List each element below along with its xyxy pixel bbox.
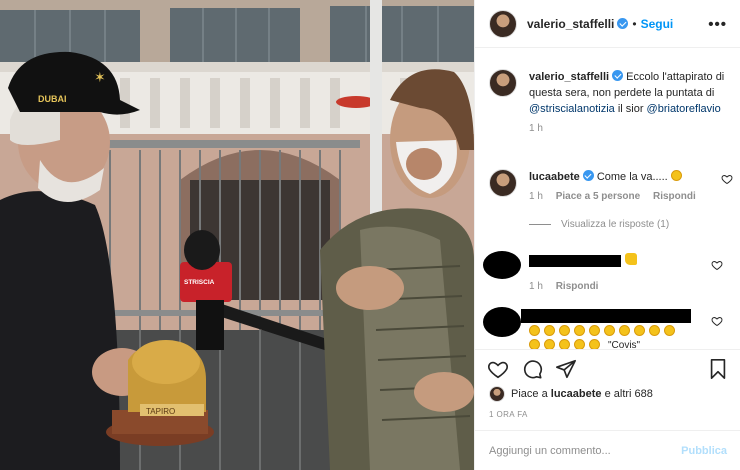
comments-list[interactable]: valerio_staffelli Eccolo l'attapirato di… bbox=[475, 49, 740, 349]
caption: valerio_staffelli Eccolo l'attapirato di… bbox=[489, 69, 729, 134]
laughing-emoji-row bbox=[529, 325, 679, 336]
caption-text-middle: il sior bbox=[617, 103, 644, 115]
trophy-text: TAPIRO bbox=[146, 407, 175, 416]
laugh-emoji-icon bbox=[664, 325, 675, 336]
laugh-emoji-icon bbox=[559, 339, 570, 349]
laugh-emoji-icon bbox=[619, 325, 630, 336]
laugh-emoji-icon bbox=[559, 325, 570, 336]
redacted-avatar bbox=[483, 251, 521, 279]
laugh-emoji-icon bbox=[574, 339, 585, 349]
likes-summary[interactable]: Piace a lucaabete e altri 688 bbox=[489, 386, 653, 402]
likes-user[interactable]: lucaabete bbox=[551, 388, 602, 400]
comment-reply-button[interactable]: Rispondi bbox=[653, 191, 696, 202]
publish-button[interactable]: Pubblica bbox=[681, 445, 727, 457]
caption-text: valerio_staffelli Eccolo l'attapirato di… bbox=[529, 69, 729, 117]
mention-striscia[interactable]: @striscialanotizia bbox=[529, 103, 615, 115]
author-username[interactable]: valerio_staffelli bbox=[527, 17, 614, 31]
comment-fragment: "Covis" bbox=[608, 340, 641, 349]
caption-avatar[interactable] bbox=[489, 69, 517, 97]
header-separator: • bbox=[632, 16, 637, 31]
mention-briatore[interactable]: @briatoreflavio bbox=[647, 103, 721, 115]
comment-meta: 1 h Piace a 5 persone Rispondi bbox=[529, 191, 729, 202]
comment-body: Come la va..... bbox=[596, 171, 668, 183]
laugh-emoji-icon bbox=[544, 339, 555, 349]
like-comment-heart-icon[interactable] bbox=[711, 315, 723, 327]
laugh-emoji-icon bbox=[649, 325, 660, 336]
comment-time[interactable]: 1 h bbox=[529, 281, 543, 292]
caption-meta: 1 h bbox=[529, 123, 729, 134]
laugh-emoji-icon bbox=[529, 325, 540, 336]
liker-avatar bbox=[489, 386, 505, 402]
comment-item: lucaabete Come la va..... 1 h Piace a 5 … bbox=[489, 169, 733, 202]
bookmark-icon[interactable] bbox=[707, 358, 729, 380]
redacted-comment bbox=[521, 309, 691, 323]
comment-author[interactable]: lucaabete bbox=[529, 171, 580, 183]
likes-suffix: e altri 688 bbox=[604, 388, 653, 400]
like-comment-heart-icon[interactable] bbox=[711, 259, 723, 271]
replies-line bbox=[529, 224, 551, 225]
like-comment-heart-icon[interactable] bbox=[721, 173, 733, 185]
verified-icon bbox=[612, 70, 624, 81]
redacted-avatar bbox=[483, 307, 521, 337]
caption-time[interactable]: 1 h bbox=[529, 123, 543, 134]
post-header: valerio_staffelli • Segui ••• bbox=[475, 0, 740, 48]
thumbs-up-emoji-icon bbox=[625, 253, 637, 265]
laugh-emoji-icon bbox=[574, 325, 585, 336]
comment-text: lucaabete Come la va..... bbox=[529, 169, 729, 185]
share-icon[interactable] bbox=[555, 358, 577, 380]
mic-text: STRISCIA bbox=[184, 279, 215, 286]
more-icon[interactable]: ••• bbox=[708, 16, 727, 33]
comment-time[interactable]: 1 h bbox=[529, 191, 543, 202]
likes-prefix: Piace a bbox=[511, 388, 548, 400]
laugh-emoji-icon bbox=[589, 339, 600, 349]
comment-reply-button[interactable]: Rispondi bbox=[556, 281, 599, 292]
commenter-avatar[interactable] bbox=[489, 169, 517, 197]
svg-text:✶: ✶ bbox=[94, 69, 106, 85]
laugh-emoji-icon bbox=[529, 339, 540, 349]
follow-button[interactable]: Segui bbox=[641, 17, 674, 31]
laugh-emoji-icon bbox=[634, 325, 645, 336]
verified-icon bbox=[582, 170, 594, 181]
laughing-emoji-row: "Covis" bbox=[529, 339, 640, 349]
post-timestamp[interactable]: 1 ORA FA bbox=[489, 410, 528, 419]
laugh-emoji-icon bbox=[544, 325, 555, 336]
author-avatar[interactable] bbox=[489, 9, 517, 38]
post-sidebar: valerio_staffelli • Segui ••• valerio_st… bbox=[474, 0, 740, 470]
photo-scene: DUBAI ✶ TAPIRO STRISCIA bbox=[0, 0, 474, 470]
comment-composer: Pubblica bbox=[475, 430, 740, 470]
post-photo[interactable]: DUBAI ✶ TAPIRO STRISCIA bbox=[0, 0, 474, 470]
laugh-emoji-icon bbox=[589, 325, 600, 336]
view-replies-button[interactable]: Visualizza le risposte (1) bbox=[529, 219, 669, 230]
post-actions: Piace a lucaabete e altri 688 1 ORA FA P… bbox=[475, 349, 740, 469]
cap-text: DUBAI bbox=[38, 94, 67, 104]
view-replies-label: Visualizza le risposte (1) bbox=[561, 219, 670, 230]
heart-icon[interactable] bbox=[487, 358, 509, 380]
comment-icon[interactable] bbox=[521, 358, 543, 380]
laugh-emoji-icon bbox=[604, 325, 615, 336]
redacted-comment bbox=[529, 255, 621, 267]
smile-emoji-icon bbox=[670, 170, 682, 181]
caption-author[interactable]: valerio_staffelli bbox=[529, 71, 609, 83]
verified-icon bbox=[617, 18, 629, 29]
comment-meta: 1 h Rispondi bbox=[529, 281, 608, 292]
action-icons bbox=[487, 358, 577, 380]
comment-likes[interactable]: Piace a 5 persone bbox=[556, 191, 641, 202]
comment-input[interactable] bbox=[489, 444, 682, 457]
